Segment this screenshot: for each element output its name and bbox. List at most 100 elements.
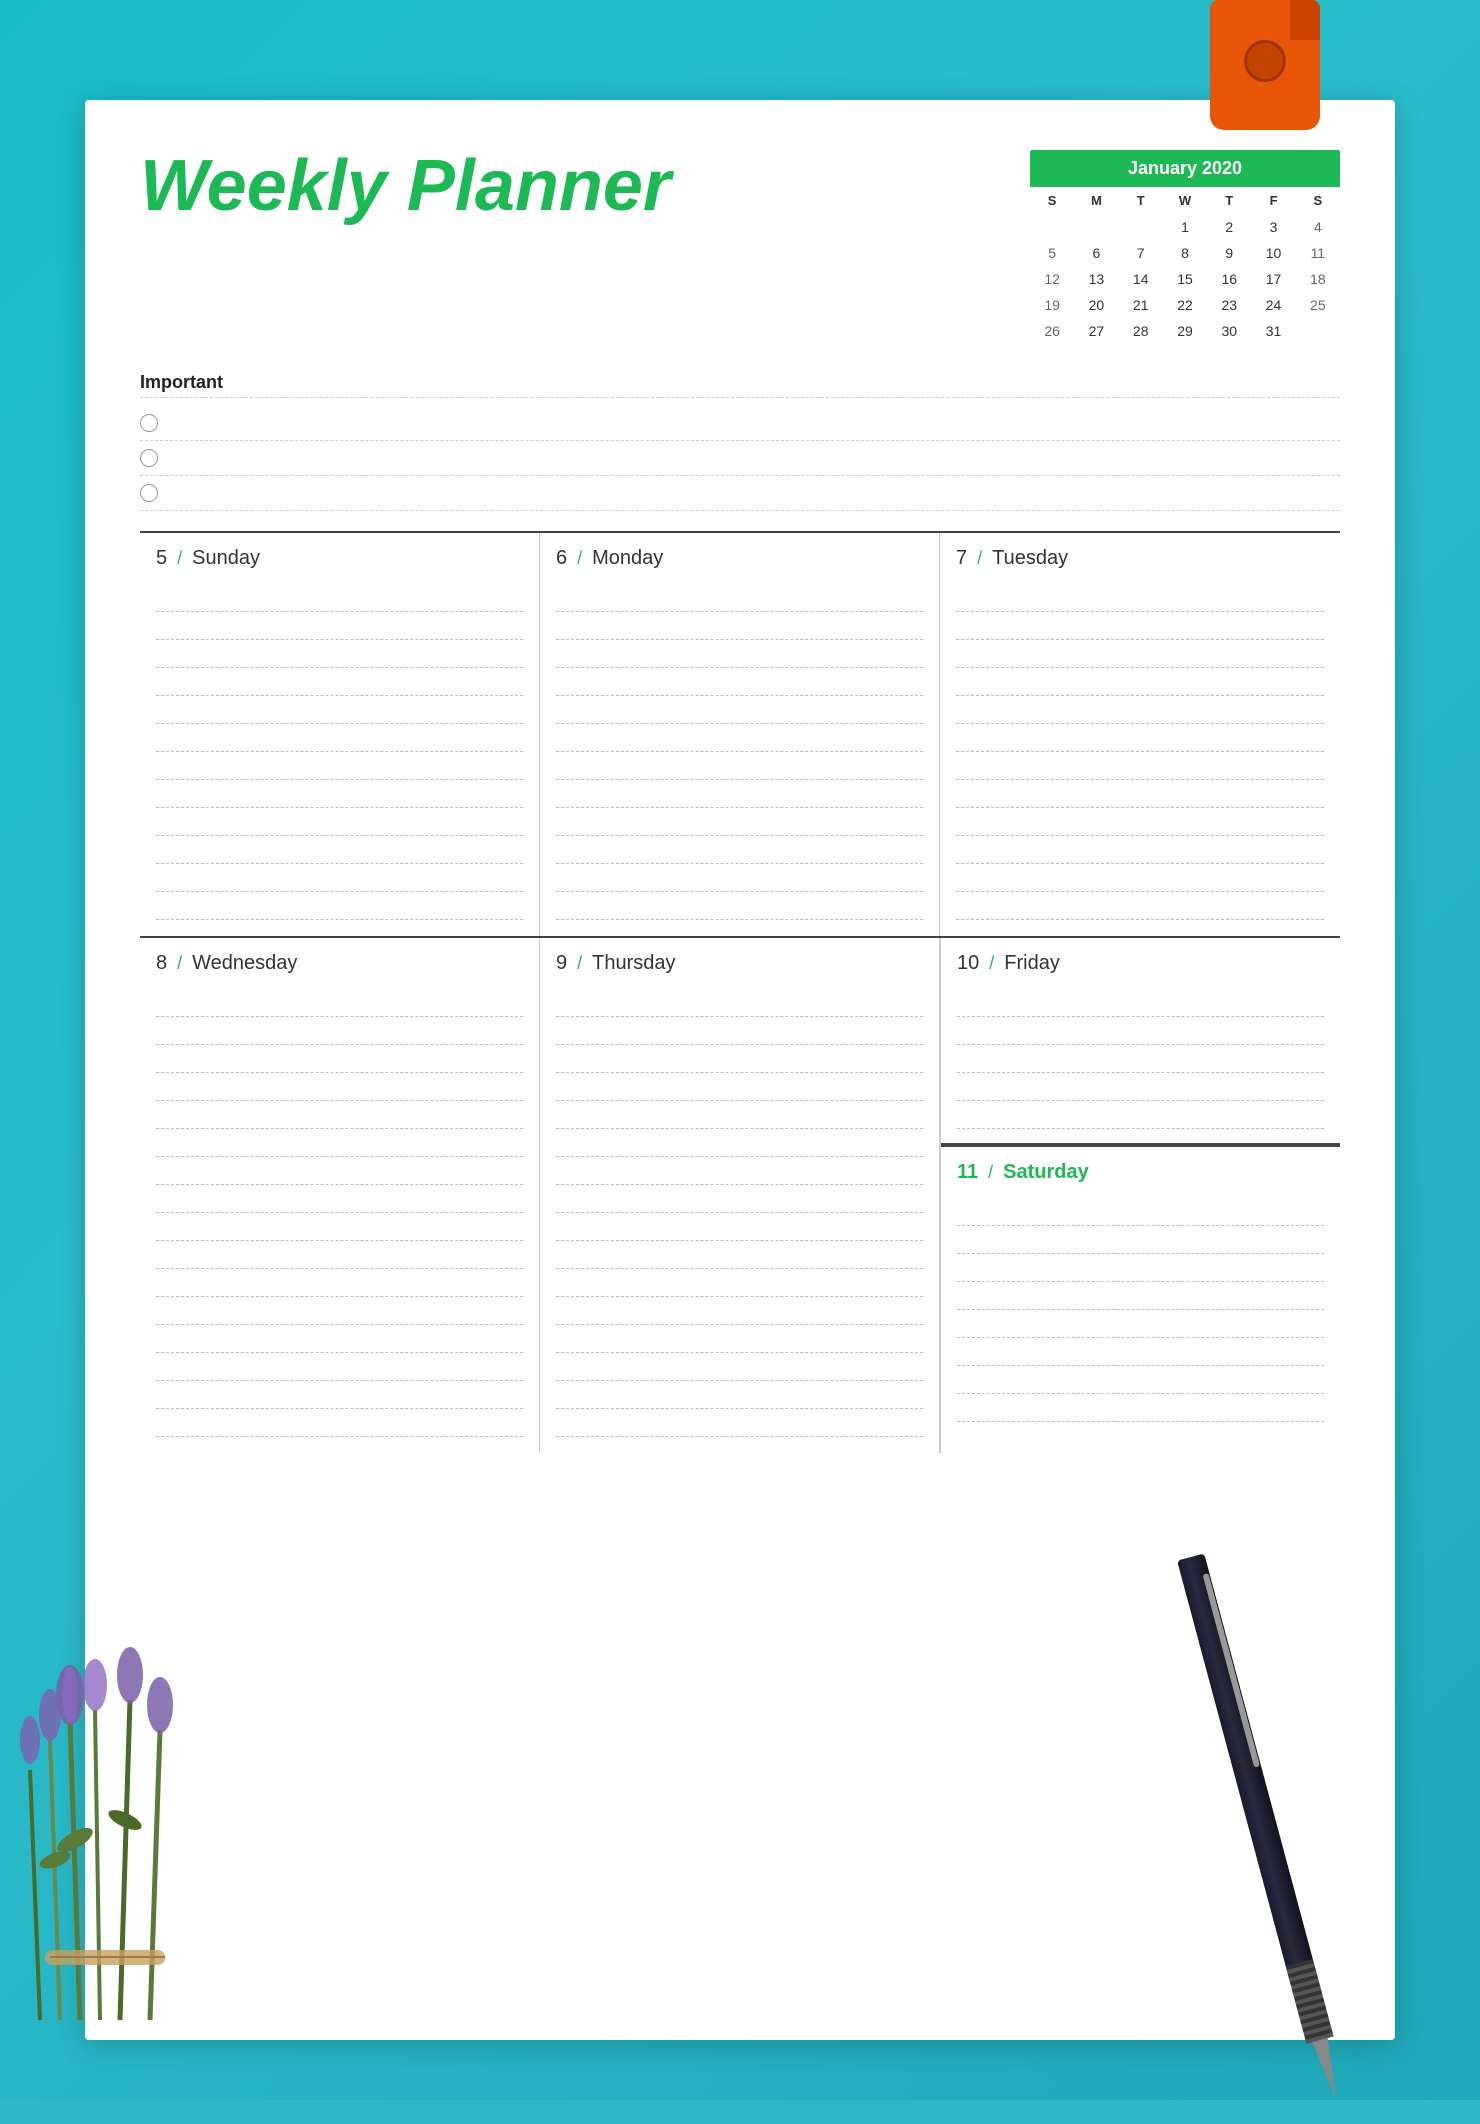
todo-checkbox-2[interactable] bbox=[140, 449, 158, 467]
day-line-7 bbox=[556, 1157, 923, 1185]
day-line-9 bbox=[156, 808, 523, 836]
cal-day-0-5: 3 bbox=[1251, 214, 1295, 240]
day-num-saturday: 11 bbox=[957, 1161, 978, 1184]
cal-day-1-5: 10 bbox=[1251, 240, 1295, 266]
todo-checkbox-3[interactable] bbox=[140, 484, 158, 502]
cal-day-4-6 bbox=[1296, 318, 1340, 344]
day-line-3 bbox=[956, 640, 1324, 668]
slash-tuesday: / bbox=[977, 548, 982, 569]
day-num-monday: 6 bbox=[556, 547, 567, 570]
day-num-friday: 10 bbox=[957, 952, 979, 975]
sunday-lines bbox=[156, 584, 523, 920]
slash-friday: / bbox=[989, 953, 994, 974]
todo-checkbox-1[interactable] bbox=[140, 414, 158, 432]
cal-day-0-3: 1 bbox=[1163, 214, 1207, 240]
cal-day-1-3: 8 bbox=[1163, 240, 1207, 266]
day-line-11 bbox=[156, 1269, 523, 1297]
day-cell-thursday: 9 / Thursday bbox=[540, 938, 940, 1453]
cal-day-1-4: 9 bbox=[1207, 240, 1251, 266]
day-cell-friday: 10 / Friday bbox=[941, 938, 1340, 1145]
day-line-1 bbox=[556, 584, 923, 612]
day-line-3 bbox=[957, 1254, 1324, 1282]
cal-dow-wed: W bbox=[1163, 187, 1207, 214]
day-header-friday: 10 / Friday bbox=[957, 952, 1324, 975]
day-line-6 bbox=[957, 1338, 1324, 1366]
day-name-tuesday: Tuesday bbox=[992, 547, 1068, 570]
cal-day-2-4: 16 bbox=[1207, 266, 1251, 292]
friday-saturday-column: 10 / Friday 11 / Saturday bbox=[940, 938, 1340, 1453]
day-line-14 bbox=[156, 1353, 523, 1381]
day-name-saturday: Saturday bbox=[1003, 1161, 1089, 1184]
day-line-2 bbox=[957, 1017, 1324, 1045]
day-line-5 bbox=[156, 696, 523, 724]
flowers-decoration bbox=[0, 1520, 270, 2020]
day-line-1 bbox=[957, 989, 1324, 1017]
day-cell-wednesday: 8 / Wednesday bbox=[140, 938, 540, 1453]
calendar-week-5: 262728293031 bbox=[1030, 318, 1340, 344]
cal-dow-mon: M bbox=[1074, 187, 1118, 214]
day-header-sunday: 5 / Sunday bbox=[156, 547, 523, 570]
day-line-8 bbox=[956, 780, 1324, 808]
day-line-10 bbox=[956, 836, 1324, 864]
day-line-7 bbox=[156, 752, 523, 780]
day-line-5 bbox=[556, 1101, 923, 1129]
day-line-12 bbox=[156, 892, 523, 920]
important-section: Important bbox=[140, 372, 1340, 511]
day-line-7 bbox=[156, 1157, 523, 1185]
cal-day-3-4: 23 bbox=[1207, 292, 1251, 318]
day-line-11 bbox=[156, 864, 523, 892]
day-num-thursday: 9 bbox=[556, 952, 567, 975]
day-num-tuesday: 7 bbox=[956, 547, 967, 570]
day-line-7 bbox=[956, 752, 1324, 780]
cal-day-2-0: 12 bbox=[1030, 266, 1074, 292]
day-line-1 bbox=[957, 1198, 1324, 1226]
todo-item-1 bbox=[140, 406, 1340, 441]
flowers-svg bbox=[0, 1520, 270, 2020]
day-line-8 bbox=[556, 780, 923, 808]
day-line-4 bbox=[957, 1073, 1324, 1101]
day-line-9 bbox=[556, 1213, 923, 1241]
slash-wednesday: / bbox=[177, 953, 182, 974]
sharpener-decoration bbox=[1210, 0, 1320, 130]
calendar-body: 1234567891011121314151617181920212223242… bbox=[1030, 214, 1340, 344]
cal-day-2-1: 13 bbox=[1074, 266, 1118, 292]
day-line-2 bbox=[957, 1226, 1324, 1254]
todo-item-3 bbox=[140, 476, 1340, 511]
day-line-15 bbox=[156, 1381, 523, 1409]
header-section: Weekly Planner January 2020 S M T W T F … bbox=[140, 150, 1340, 344]
calendar-grid: S M T W T F S 12345678910111213141516171… bbox=[1030, 187, 1340, 344]
day-header-monday: 6 / Monday bbox=[556, 547, 923, 570]
day-line-10 bbox=[156, 836, 523, 864]
cal-day-2-6: 18 bbox=[1296, 266, 1340, 292]
cal-day-1-2: 7 bbox=[1119, 240, 1163, 266]
cal-day-4-2: 28 bbox=[1119, 318, 1163, 344]
day-line-12 bbox=[956, 892, 1324, 920]
cal-dow-thu: T bbox=[1207, 187, 1251, 214]
day-line-2 bbox=[156, 612, 523, 640]
day-line-3 bbox=[957, 1045, 1324, 1073]
important-label: Important bbox=[140, 372, 1340, 398]
day-line-1 bbox=[156, 584, 523, 612]
day-line-8 bbox=[156, 1185, 523, 1213]
day-name-wednesday: Wednesday bbox=[192, 952, 297, 975]
day-line-8 bbox=[156, 780, 523, 808]
pen-body bbox=[1177, 1553, 1333, 2043]
day-line-12 bbox=[556, 892, 923, 920]
cal-day-4-1: 27 bbox=[1074, 318, 1118, 344]
day-line-14 bbox=[556, 1353, 923, 1381]
day-cell-monday: 6 / Monday bbox=[540, 533, 940, 936]
day-cell-saturday: 11 / Saturday bbox=[941, 1145, 1340, 1453]
day-line-4 bbox=[556, 1073, 923, 1101]
day-line-7 bbox=[957, 1366, 1324, 1394]
day-line-6 bbox=[956, 724, 1324, 752]
day-line-4 bbox=[556, 668, 923, 696]
mini-calendar: January 2020 S M T W T F S 1234567891011… bbox=[1030, 150, 1340, 344]
day-line-4 bbox=[957, 1282, 1324, 1310]
wednesday-lines bbox=[156, 989, 523, 1437]
day-line-1 bbox=[956, 584, 1324, 612]
day-line-9 bbox=[556, 808, 923, 836]
day-num-wednesday: 8 bbox=[156, 952, 167, 975]
day-line-6 bbox=[156, 724, 523, 752]
calendar-week-1: 1234 bbox=[1030, 214, 1340, 240]
day-line-3 bbox=[156, 640, 523, 668]
